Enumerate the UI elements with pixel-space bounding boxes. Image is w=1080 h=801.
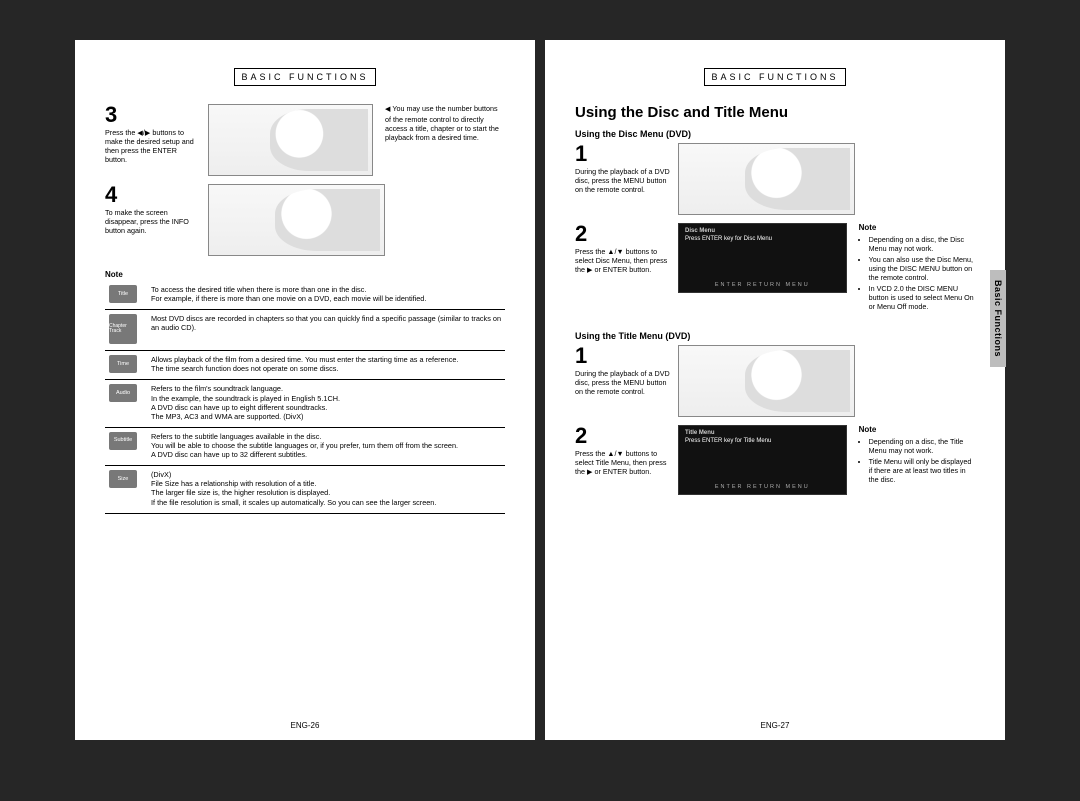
row-text: Allows playback of the film from a desir… — [147, 351, 505, 380]
disc-step-1: 1 During the playback of a DVD disc, pre… — [575, 143, 855, 215]
remote-illustration — [678, 143, 855, 215]
step-description: Press the ◀/▶ buttons to make the desire… — [105, 128, 200, 164]
step-3-row: 3 Press the ◀/▶ buttons to make the desi… — [105, 104, 505, 184]
title-step-1: 1 During the playback of a DVD disc, pre… — [575, 345, 855, 417]
section-header: BASIC FUNCTIONS — [234, 68, 376, 86]
row-icon: Size — [109, 470, 137, 488]
row-icon: Chapter Track — [109, 314, 137, 344]
page-spread: BASIC FUNCTIONS 3 Press the ◀/▶ buttons … — [75, 40, 1005, 740]
row-icon: Audio — [109, 384, 137, 402]
page-number: ENG-27 — [545, 721, 1005, 730]
step-number: 4 — [105, 184, 200, 206]
list-item: In VCD 2.0 the DISC MENU button is used … — [869, 284, 975, 311]
row-text: To access the desired title when there i… — [147, 281, 505, 310]
page-left: BASIC FUNCTIONS 3 Press the ◀/▶ buttons … — [75, 40, 535, 740]
subsection-title: Using the Disc Menu (DVD) — [575, 129, 975, 139]
table-row: Chapter Track Most DVD discs are recorded… — [105, 310, 505, 351]
step-description: During the playback of a DVD disc, press… — [575, 369, 670, 396]
disc-note: Note Depending on a disc, the Disc Menu … — [859, 223, 975, 313]
note-heading: Note — [105, 270, 505, 279]
remote-illustration — [208, 104, 373, 176]
subsection-title: Using the Title Menu (DVD) — [575, 331, 975, 341]
step-description: Press the ▲/▼ buttons to select Title Me… — [575, 449, 670, 476]
page-title: Using the Disc and Title Menu — [575, 104, 975, 121]
table-row: Time Allows playback of the film from a d… — [105, 351, 505, 380]
row-text: Most DVD discs are recorded in chapters … — [147, 310, 505, 351]
title-note: Note Depending on a disc, the Title Menu… — [859, 425, 975, 486]
step-number: 2 — [575, 425, 670, 447]
step-description: During the playback of a DVD disc, press… — [575, 167, 670, 194]
list-item: Depending on a disc, the Disc Menu may n… — [869, 235, 975, 253]
list-item: Title Menu will only be displayed if the… — [869, 457, 975, 484]
row-text: Refers to the film's soundtrack language… — [147, 380, 505, 427]
step-number: 2 — [575, 223, 670, 245]
remote-illustration — [678, 345, 855, 417]
step-number: 1 — [575, 143, 670, 165]
row-text: Refers to the subtitle languages availab… — [147, 427, 505, 465]
row-icon: Subtitle — [109, 432, 137, 450]
title-step-2-row: 2 Press the ▲/▼ buttons to select Title … — [575, 425, 975, 503]
note-heading: Note — [859, 223, 975, 233]
step-number: 1 — [575, 345, 670, 367]
list-item: You can also use the Disc Menu, using th… — [869, 255, 975, 282]
osd-illustration: Title Menu Press ENTER key for Title Men… — [678, 425, 847, 495]
osd-illustration: Disc Menu Press ENTER key for Disc Menu … — [678, 223, 847, 293]
table-row: Title To access the desired title when th… — [105, 281, 505, 310]
table-row: Subtitle Refers to the subtitle languages… — [105, 427, 505, 465]
step-side-note: ◀ You may use the number buttons of the … — [385, 104, 505, 142]
note-heading: Note — [859, 425, 975, 435]
thumb-tab: Basic Functions — [990, 270, 1006, 367]
table-row: Audio Refers to the film's soundtrack lan… — [105, 380, 505, 427]
step-4-row: 4 To make the screen disappear, press th… — [105, 184, 385, 256]
row-icon: Time — [109, 355, 137, 373]
step-description: Press the ▲/▼ buttons to select Disc Men… — [575, 247, 670, 274]
remote-illustration — [208, 184, 385, 256]
section-header: BASIC FUNCTIONS — [704, 68, 846, 86]
step-number: 3 — [105, 104, 200, 126]
table-row: Size (DivX) File Size has a relationship … — [105, 466, 505, 513]
info-table: Title To access the desired title when th… — [105, 281, 505, 514]
page-number: ENG-26 — [75, 721, 535, 730]
disc-step-2-row: 2 Press the ▲/▼ buttons to select Disc M… — [575, 223, 975, 313]
page-right: BASIC FUNCTIONS Using the Disc and Title… — [545, 40, 1005, 740]
list-item: Depending on a disc, the Title Menu may … — [869, 437, 975, 455]
row-text: (DivX) File Size has a relationship with… — [147, 466, 505, 513]
row-icon: Title — [109, 285, 137, 303]
step-description: To make the screen disappear, press the … — [105, 208, 200, 235]
